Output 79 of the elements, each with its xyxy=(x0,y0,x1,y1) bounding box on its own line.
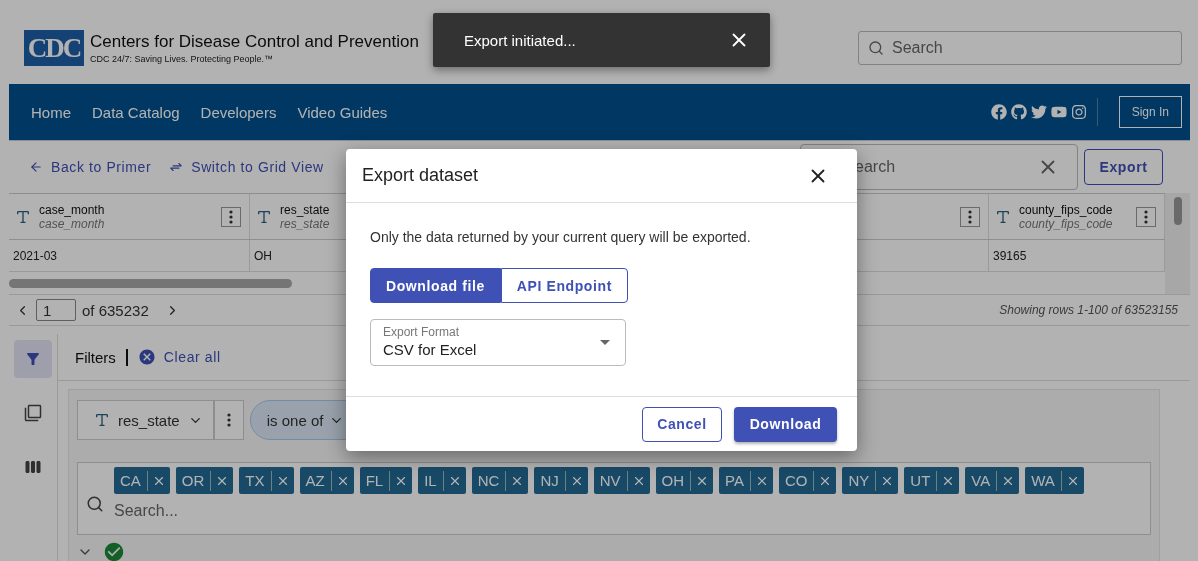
value-chip[interactable]: CO xyxy=(779,467,837,494)
column-field: case_month xyxy=(39,216,213,231)
kebab-icon xyxy=(226,413,231,427)
table-cell: 2021-03 xyxy=(9,240,250,271)
grid-view-link[interactable]: Switch to Grid View xyxy=(169,159,324,175)
back-link[interactable]: Back to Primer xyxy=(29,159,152,175)
text-type-icon xyxy=(256,208,272,225)
filters-title: Filters xyxy=(75,348,116,366)
github-icon[interactable] xyxy=(1010,104,1027,120)
column-name: case_month xyxy=(39,202,106,217)
value-chip[interactable]: NY xyxy=(842,467,899,494)
dropdown-icon xyxy=(600,340,610,345)
dialog-title: Export dataset xyxy=(362,165,479,186)
value-chip[interactable]: NJ xyxy=(534,467,588,494)
column-name: county_fips_code xyxy=(1019,202,1114,217)
values-search-placeholder: Search... xyxy=(114,502,180,520)
value-chip[interactable]: WA xyxy=(1025,467,1084,494)
filter-icon xyxy=(24,350,42,368)
value-chip[interactable]: PA xyxy=(719,467,773,494)
kebab-icon xyxy=(968,209,972,224)
nav-link[interactable]: Data Catalog xyxy=(92,103,180,121)
value-chip[interactable]: TX xyxy=(239,467,294,494)
value-chip[interactable]: NC xyxy=(471,467,529,494)
sign-in-button[interactable]: Sign In xyxy=(1118,96,1182,128)
nav-link[interactable]: Video Guides xyxy=(297,103,388,121)
value-chip[interactable]: UT xyxy=(904,467,960,494)
search-icon xyxy=(868,40,884,56)
nav-link[interactable]: Developers xyxy=(200,103,277,121)
scrollbar-thumb[interactable] xyxy=(1173,197,1182,225)
cancel-button[interactable]: Cancel xyxy=(642,406,722,442)
twitter-icon[interactable] xyxy=(1030,104,1047,120)
side-tool-button[interactable] xyxy=(14,340,52,378)
column-menu-button[interactable] xyxy=(1136,206,1156,227)
search-icon xyxy=(86,495,104,513)
facebook-icon[interactable] xyxy=(990,104,1007,120)
site-title: Centers for Disease Control and Prevention xyxy=(90,32,419,52)
kebab-icon xyxy=(229,209,233,224)
column-menu-button[interactable] xyxy=(221,206,241,227)
site-tagline: CDC 24/7: Saving Lives. Protecting People.™ xyxy=(90,54,275,64)
column-field: county_fips_code xyxy=(1019,216,1128,231)
column-name: res_state xyxy=(280,202,331,217)
value-chip[interactable]: CA xyxy=(114,467,170,494)
toast-message: Export initiated... xyxy=(464,31,576,49)
column-header[interactable]: case_month case_month xyxy=(9,194,250,239)
group-icon xyxy=(24,404,42,422)
page-count: of 635232 xyxy=(82,301,149,319)
search-field[interactable]: Search xyxy=(858,31,1182,65)
value-chip[interactable]: IL xyxy=(418,467,466,494)
download-button[interactable]: Download xyxy=(734,406,837,442)
logo[interactable]: CDC xyxy=(24,30,84,66)
value-chip[interactable]: OH xyxy=(655,467,714,494)
kebab-icon xyxy=(1144,209,1148,224)
swap-arrows-icon xyxy=(169,160,184,174)
column-field: res_state xyxy=(280,216,551,231)
clear-all-link[interactable]: Clear all xyxy=(137,348,221,366)
value-chip[interactable]: VA xyxy=(965,467,1020,494)
text-type-icon xyxy=(995,208,1011,225)
export-tab[interactable]: Download file xyxy=(370,268,501,303)
format-select[interactable]: Export Format CSV for Excel xyxy=(370,319,626,366)
export-button[interactable]: Export xyxy=(1084,149,1163,185)
instagram-icon[interactable] xyxy=(1070,104,1087,120)
rows-summary: Showing rows 1-100 of 63523155 xyxy=(999,303,1178,317)
export-tab[interactable]: API Endpoint xyxy=(500,268,628,303)
page-input[interactable]: 1 xyxy=(36,299,76,321)
value-chip[interactable]: FL xyxy=(359,467,413,494)
value-chip[interactable]: OR xyxy=(175,467,234,494)
column-menu-button[interactable] xyxy=(960,206,980,227)
scrollbar-thumb[interactable] xyxy=(9,278,292,288)
text-type-icon xyxy=(94,412,110,428)
value-chip[interactable]: NV xyxy=(593,467,650,494)
youtube-icon[interactable] xyxy=(1050,104,1067,120)
check-icon xyxy=(103,541,125,561)
columns-icon xyxy=(24,458,42,476)
values-field[interactable]: CA OR TX AZ FL IL NC NJ NV OH PA CO NY UT VA WA Search... xyxy=(77,462,1151,535)
value-chip[interactable]: AZ xyxy=(299,467,354,494)
clear-icon xyxy=(137,348,156,366)
nav-link[interactable]: Home xyxy=(31,103,71,121)
text-type-icon xyxy=(15,208,31,225)
field-select[interactable]: res_state xyxy=(77,400,214,440)
